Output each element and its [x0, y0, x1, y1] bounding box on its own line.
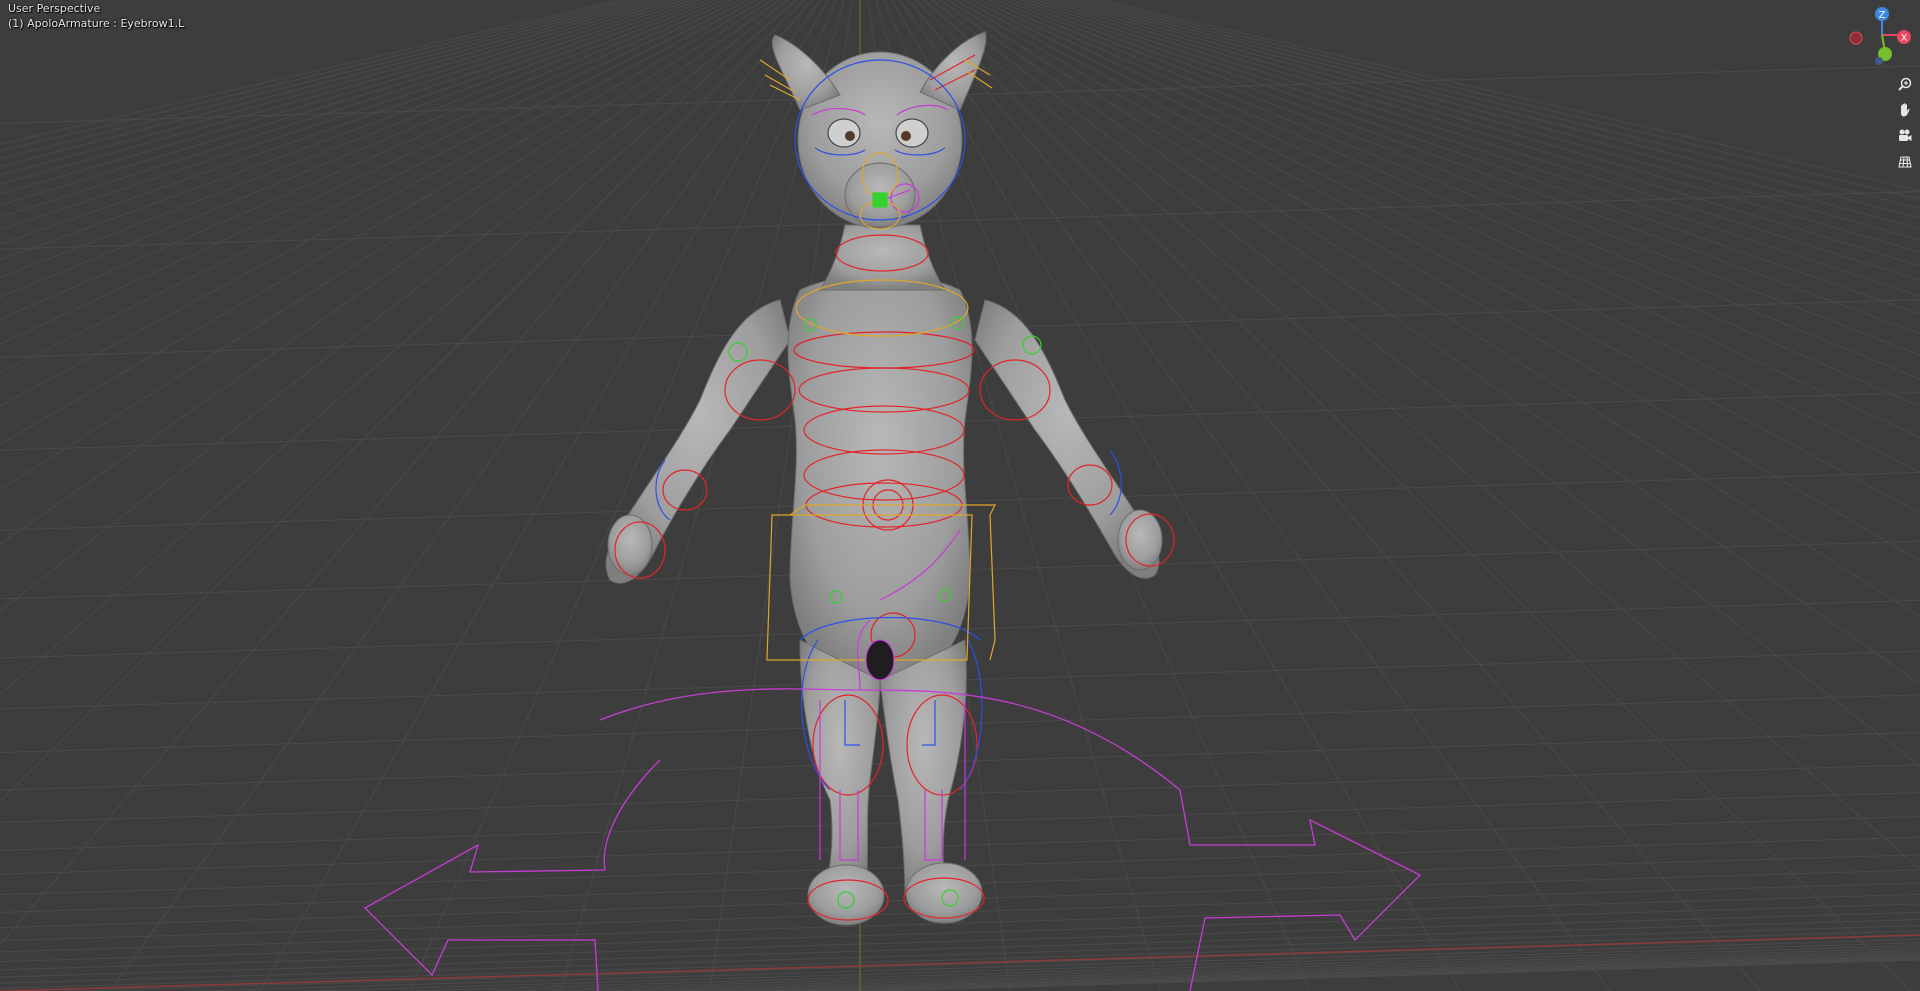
zoom-icon[interactable]	[1894, 73, 1916, 95]
groin-shape	[865, 639, 895, 681]
z-axis-label: Z	[1879, 10, 1886, 21]
neg-z-axis-handle[interactable]	[1875, 57, 1883, 65]
active-object-label: (1) ApoloArmature : Eyebrow1.L	[8, 17, 185, 30]
navigation-gizmo[interactable]: Z X	[1840, 0, 1920, 70]
camera-icon[interactable]	[1894, 125, 1916, 147]
viewport-scene[interactable]	[0, 0, 1920, 991]
neg-x-axis-handle[interactable]	[1849, 31, 1863, 45]
pan-hand-icon[interactable]	[1894, 99, 1916, 121]
3d-viewport[interactable]: User Perspective (1) ApoloArmature : Eye…	[0, 0, 1920, 991]
right-hand	[1117, 509, 1163, 571]
x-axis-label: X	[1901, 33, 1908, 44]
view-perspective-label: User Perspective	[8, 2, 101, 15]
grid-icon[interactable]	[1894, 151, 1916, 173]
